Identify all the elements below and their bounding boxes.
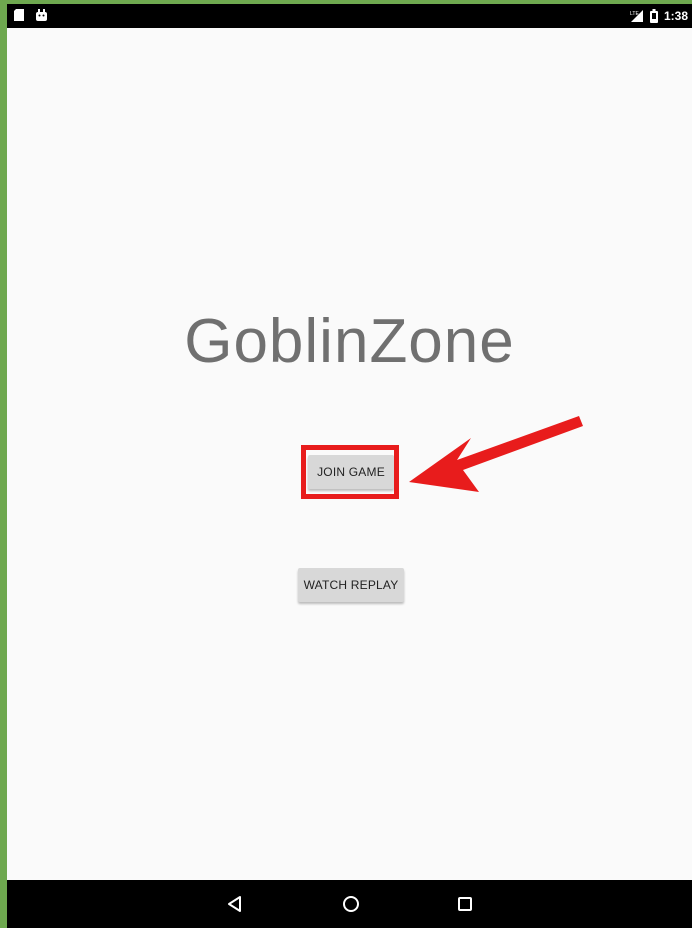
- recents-icon: [458, 897, 472, 911]
- notification-icon: [14, 9, 24, 21]
- device-screen: LTE 1:38 GoblinZone JOIN GAME WATCH REPL…: [7, 4, 692, 928]
- home-button[interactable]: [337, 890, 365, 918]
- main-content: GoblinZone JOIN GAME WATCH REPLAY: [7, 28, 692, 880]
- watch-replay-button[interactable]: WATCH REPLAY: [298, 568, 404, 602]
- svg-text:LTE: LTE: [630, 11, 639, 17]
- pointer-arrow-icon: [409, 416, 583, 492]
- navigation-bar: [7, 880, 692, 928]
- home-icon: [343, 896, 359, 912]
- back-icon: [228, 896, 241, 912]
- status-left-icons: [13, 8, 48, 22]
- status-time: 1:38: [663, 9, 688, 23]
- status-right-icons: LTE 1:38: [630, 8, 688, 24]
- signal-icon: LTE: [630, 10, 643, 22]
- recents-button[interactable]: [451, 890, 479, 918]
- android-icon: [36, 9, 47, 21]
- status-bar: LTE 1:38: [7, 4, 692, 28]
- battery-icon: [649, 9, 658, 23]
- app-title: GoblinZone: [184, 307, 515, 376]
- join-game-button[interactable]: JOIN GAME: [308, 455, 394, 489]
- back-button[interactable]: [221, 890, 249, 918]
